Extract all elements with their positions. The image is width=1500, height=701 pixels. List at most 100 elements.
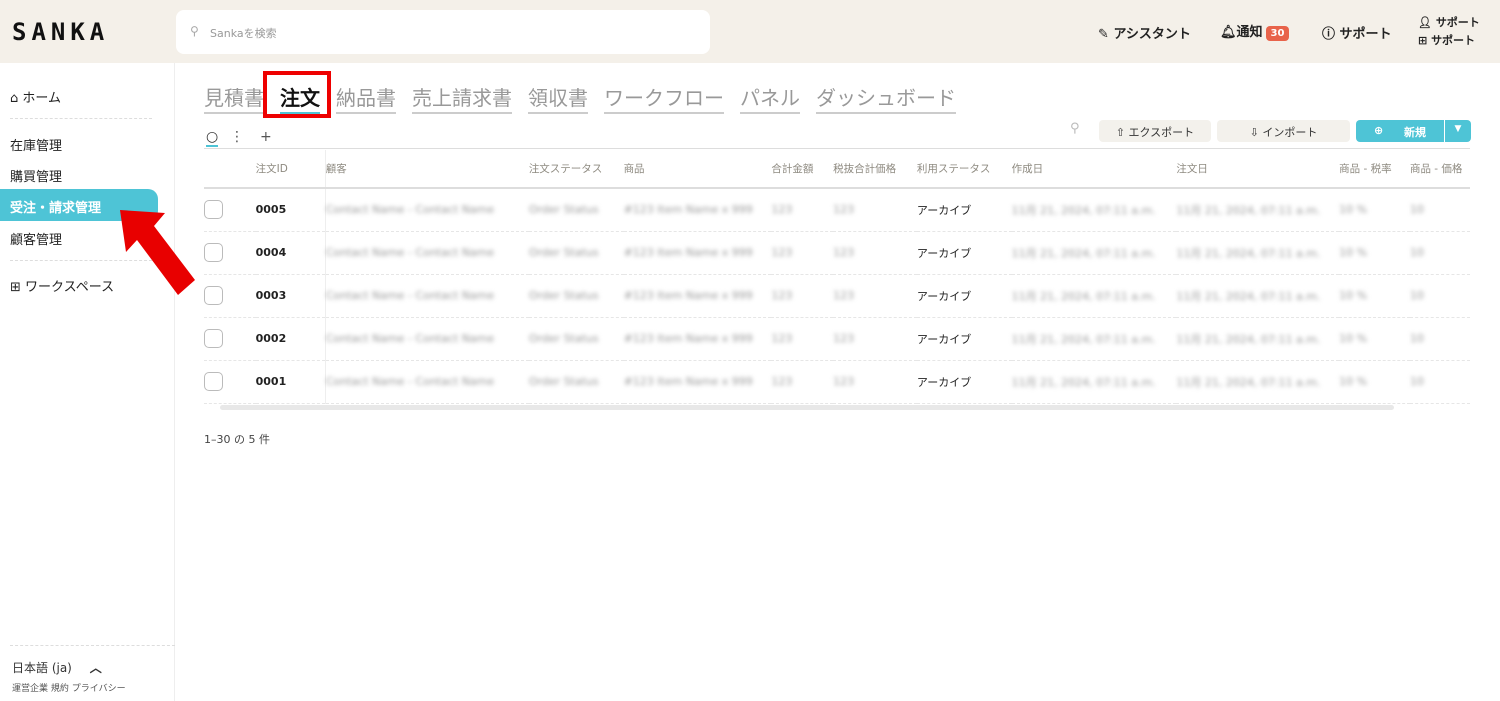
column-header[interactable]: 商品 - 価格 [1409, 150, 1470, 189]
table-cell: Contact Name - Contact Name [325, 274, 529, 318]
tab-receipts[interactable]: 領収書 [528, 82, 588, 114]
tab-dashboard[interactable]: ダッシュボード [816, 82, 956, 114]
table-cell: Contact Name - Contact Name [325, 188, 529, 232]
more-icon[interactable]: ⋮ [230, 129, 244, 145]
apps-icon: ⊞ [10, 280, 21, 295]
table-row[interactable]: 0001 Contact Name - Contact Name Order Sta… [204, 360, 1470, 404]
import-button[interactable]: ⇩ インポート [1217, 120, 1350, 142]
table-cell: アーカイブ [916, 360, 1012, 404]
dropdown-caret-icon[interactable]: ▼ [1444, 120, 1471, 142]
sidebar-item-purchasing[interactable]: 購買管理 [10, 166, 62, 185]
highlight-box [263, 71, 331, 118]
table-cell: 123 [771, 274, 834, 318]
table-cell: 11月 21, 2024, 07:11 a.m. [1176, 360, 1340, 404]
table-cell: 123 [833, 317, 917, 361]
notifications-label: 通知 [1236, 25, 1263, 40]
help-icon: ⓘ [1322, 27, 1336, 42]
column-header[interactable]: 注文ステータス [528, 150, 624, 189]
table-row[interactable]: 0003 Contact Name - Contact Name Order Sta… [204, 274, 1470, 318]
column-header[interactable]: 商品 - 税率 [1339, 150, 1410, 189]
download-icon: ⇩ [1249, 126, 1259, 139]
orders-table: 注文ID 顧客 注文ステータス 商品 合計金額 税抜合計価格 利用ステータス 作成日 注文日 商品… [204, 150, 1470, 404]
support-label: サポート [1339, 27, 1392, 42]
table-cell: アーカイブ [916, 274, 1012, 318]
table-cell[interactable]: 0003 [255, 274, 326, 318]
row-checkbox[interactable] [204, 243, 223, 262]
sidebar-item-workspace[interactable]: ⊞ ワークスペース [10, 276, 114, 295]
table-cell: 11月 21, 2024, 07:11 a.m. [1176, 188, 1340, 232]
column-header[interactable]: 合計金額 [771, 150, 834, 189]
support-button[interactable]: ⓘ サポート [1322, 23, 1392, 42]
notifications-button[interactable]: 🔔︎通知 30 [1220, 21, 1290, 41]
table-row[interactable]: 0002 Contact Name - Contact Name Order Sta… [204, 317, 1470, 361]
company-link[interactable]: 運営企業 [12, 684, 48, 694]
table-cell: #123 Item Name x 999 [623, 231, 772, 275]
table-cell[interactable]: 0001 [255, 360, 326, 404]
terms-link[interactable]: 規約 [51, 684, 69, 694]
sidebar-item-customers[interactable]: 顧客管理 [10, 229, 62, 248]
horizontal-scrollbar[interactable] [220, 405, 1394, 410]
import-label: インポート [1262, 126, 1318, 139]
table-row[interactable]: 0004 Contact Name - Contact Name Order Sta… [204, 231, 1470, 275]
table-cell: #123 Item Name x 999 [623, 188, 772, 232]
plus-circle-icon: ⊕ [1374, 124, 1384, 137]
column-header[interactable]: 利用ステータス [916, 150, 1012, 189]
workspace-name: サポート [1431, 34, 1476, 47]
new-button[interactable]: ⊕ 新規 ▼ [1356, 120, 1471, 142]
tab-delivery-notes[interactable]: 納品書 [336, 82, 396, 114]
table-cell: 123 [833, 231, 917, 275]
home-icon: ⌂ [10, 91, 19, 106]
sidebar-item-home[interactable]: ⌂ ホーム [10, 87, 61, 106]
table-cell[interactable]: 0005 [255, 188, 326, 232]
pagination-count: 1–30 の 5 件 [204, 433, 270, 446]
table-cell: 123 [771, 231, 834, 275]
user-icon: 👤︎ [1418, 16, 1432, 29]
row-checkbox[interactable] [204, 372, 223, 391]
column-header[interactable]: 税抜合計価格 [833, 150, 917, 189]
tab-estimates[interactable]: 見積書 [204, 82, 264, 114]
assistant-button[interactable]: ✎ アシスタント [1098, 23, 1191, 42]
workspace-icon: ⊞ [1418, 34, 1428, 47]
row-checkbox-cell [204, 360, 256, 404]
tab-workflow[interactable]: ワークフロー [604, 82, 724, 114]
row-checkbox[interactable] [204, 200, 223, 220]
user-menu[interactable]: 👤︎ サポート ⊞ サポート [1418, 14, 1480, 50]
table-cell: Order Status [528, 274, 624, 318]
search-input[interactable]: ⚲ Sankaを検索 [176, 10, 710, 54]
table-cell: 10 [1409, 188, 1470, 232]
view-circle-icon[interactable]: ○ [206, 129, 219, 147]
table-cell: 123 [833, 188, 917, 232]
table-row[interactable]: 0005 Contact Name - Contact Name Order Sta… [204, 188, 1470, 232]
row-checkbox-cell [204, 188, 256, 232]
row-checkbox[interactable] [204, 286, 223, 305]
notification-badge: 30 [1265, 26, 1290, 41]
new-label: 新規 [1404, 126, 1426, 139]
privacy-link[interactable]: プライバシー [72, 684, 126, 694]
table-cell: #123 Item Name x 999 [623, 317, 772, 361]
column-header[interactable]: 顧客 [325, 150, 529, 189]
table-cell: 10 % [1339, 188, 1410, 232]
add-view-button[interactable]: + [260, 129, 272, 145]
column-header[interactable]: 注文ID [255, 150, 326, 189]
table-cell: Contact Name - Contact Name [325, 360, 529, 404]
export-button[interactable]: ⇧ エクスポート [1099, 120, 1211, 142]
row-checkbox[interactable] [204, 329, 223, 348]
footer-links: 運営企業 規約 プライバシー [12, 681, 126, 694]
column-header[interactable]: 作成日 [1011, 150, 1177, 189]
language-selector[interactable]: 日本語 (ja) ︿ [12, 659, 102, 676]
tab-panels[interactable]: パネル [740, 82, 800, 114]
table-cell[interactable]: 0002 [255, 317, 326, 361]
logo[interactable]: SANKA [12, 18, 109, 46]
column-header[interactable]: 商品 [623, 150, 772, 189]
tab-invoices[interactable]: 売上請求書 [412, 82, 512, 114]
search-placeholder: Sankaを検索 [210, 27, 277, 40]
bell-icon: 🔔︎ [1220, 25, 1237, 40]
table-cell: 123 [771, 317, 834, 361]
column-header[interactable]: 注文日 [1176, 150, 1340, 189]
search-icon[interactable]: ⚲ [1070, 121, 1080, 136]
pin-icon: ✎ [1098, 27, 1109, 42]
table-cell: アーカイブ [916, 317, 1012, 361]
sidebar-item-inventory[interactable]: 在庫管理 [10, 135, 62, 154]
table-cell[interactable]: 0004 [255, 231, 326, 275]
table-cell: 10 [1409, 317, 1470, 361]
